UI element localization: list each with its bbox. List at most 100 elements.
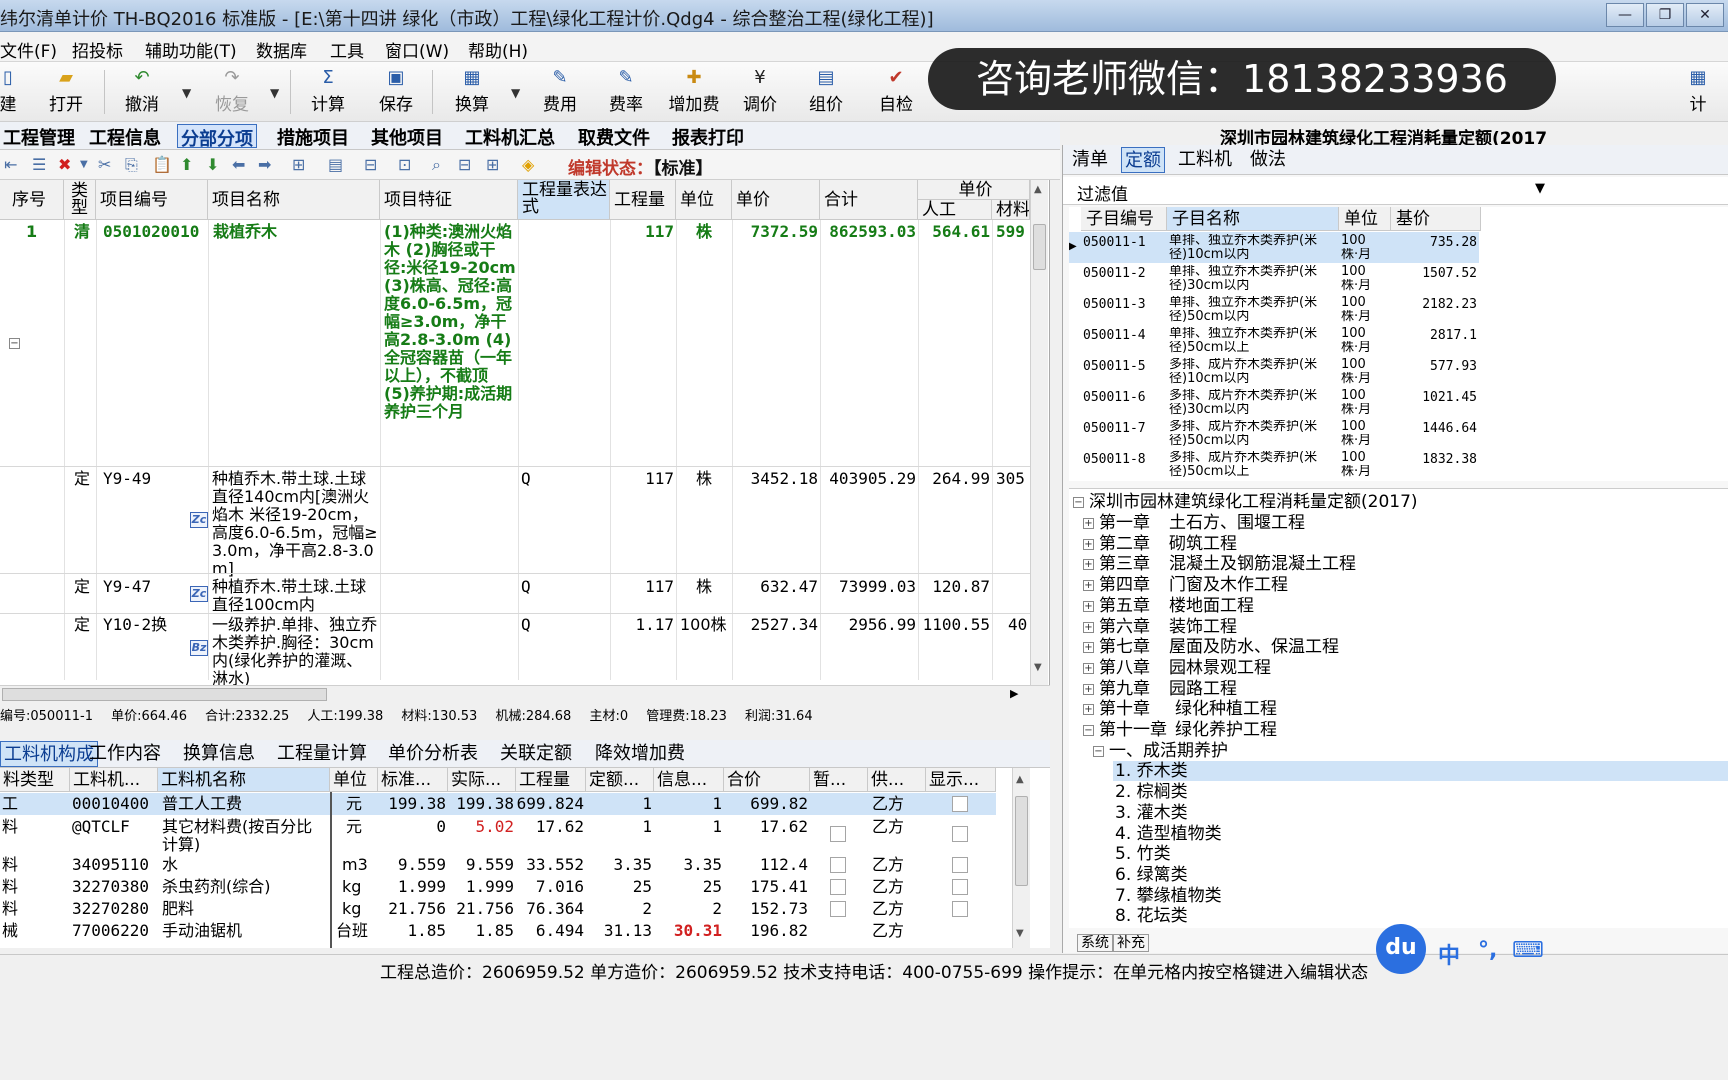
- color-fill-icon[interactable]: ◈: [522, 155, 534, 174]
- tab-resources[interactable]: 工料机: [1175, 147, 1235, 173]
- calc-button[interactable]: Σ 计算: [298, 66, 358, 118]
- temp-checkbox[interactable]: [830, 826, 846, 842]
- collapse-icon[interactable]: −: [9, 338, 20, 349]
- arrow-left-icon[interactable]: ⬅: [232, 155, 245, 174]
- grid-horizontal-scrollbar[interactable]: ▶: [0, 685, 1050, 703]
- move-up-icon[interactable]: ⬆: [180, 155, 193, 174]
- tab-efficiency-fee[interactable]: 降效增加费: [592, 741, 688, 767]
- tab-method[interactable]: 做法: [1247, 147, 1289, 173]
- tree-leaf[interactable]: 5. 竹类: [1115, 844, 1171, 864]
- scroll-up-icon[interactable]: ▲: [1016, 774, 1024, 785]
- outdent-icon[interactable]: ☰: [32, 155, 46, 174]
- col-name[interactable]: 项目名称: [208, 180, 380, 220]
- col-feature[interactable]: 项目特征: [380, 180, 518, 220]
- tab-system[interactable]: 系统: [1077, 934, 1113, 952]
- tree-expand-icon[interactable]: +: [1083, 662, 1094, 674]
- col-seq[interactable]: 序号: [0, 180, 64, 220]
- tab-project-info[interactable]: 工程信息: [86, 124, 164, 149]
- tab-report-print[interactable]: 报表打印: [669, 124, 747, 149]
- rate-button[interactable]: ✎ 费率: [596, 66, 656, 118]
- tab-work-content[interactable]: 工作内容: [86, 741, 164, 767]
- col-expr[interactable]: 工程量表达式: [518, 180, 610, 220]
- undo-dropdown-icon[interactable]: ▼: [182, 86, 191, 100]
- filter-row[interactable]: 过滤值 ▼: [1063, 177, 1728, 205]
- show-checkbox[interactable]: [952, 879, 968, 895]
- col-total[interactable]: 合计: [820, 180, 918, 220]
- tab-quantity-calc[interactable]: 工程量计算: [274, 741, 370, 767]
- arrow-right-icon[interactable]: ➡: [258, 155, 271, 174]
- menu-tools[interactable]: 工具: [330, 37, 364, 62]
- tab-unit-price-analysis[interactable]: 单价分析表: [385, 741, 481, 767]
- convert-dropdown-icon[interactable]: ▼: [511, 86, 520, 100]
- tree-leaf[interactable]: 6. 绿篱类: [1115, 865, 1188, 885]
- copy-icon[interactable]: ⎘: [125, 155, 138, 175]
- cut-icon[interactable]: ✂: [98, 155, 111, 174]
- temp-checkbox[interactable]: [830, 857, 846, 873]
- scroll-up-icon[interactable]: ▲: [1034, 184, 1042, 195]
- tab-subitems[interactable]: 分部分项: [177, 124, 257, 150]
- find-icon[interactable]: ⌕: [432, 155, 441, 175]
- new-button[interactable]: ▯ 建: [0, 66, 38, 118]
- tree-section[interactable]: 一、成活期养护: [1109, 741, 1228, 761]
- show-checkbox[interactable]: [952, 826, 968, 842]
- punctuation-icon[interactable]: °,: [1478, 938, 1497, 963]
- tree-expand-icon[interactable]: +: [1083, 621, 1094, 633]
- menu-database[interactable]: 数据库: [256, 37, 307, 62]
- redo-dropdown-icon[interactable]: ▼: [270, 86, 279, 100]
- self-check-button[interactable]: ✔ 自检: [866, 66, 926, 118]
- maximize-button[interactable]: ❐: [1646, 3, 1684, 27]
- show-checkbox[interactable]: [952, 796, 968, 812]
- tree-expand-icon[interactable]: +: [1083, 580, 1094, 592]
- filter-dropdown-icon[interactable]: ▼: [1535, 181, 1545, 196]
- tree-expand-icon[interactable]: +: [1083, 600, 1094, 612]
- tree-leaf[interactable]: 2. 棕榈类: [1115, 782, 1188, 802]
- convert-button[interactable]: ▦ 换算: [442, 66, 502, 118]
- delete-dropdown-icon[interactable]: ▼: [80, 159, 88, 170]
- undo-button[interactable]: ↶ 撤消: [112, 66, 172, 118]
- tab-bill[interactable]: 清单: [1069, 147, 1111, 173]
- tree-collapse-icon[interactable]: −: [1073, 497, 1084, 508]
- tab-project-manage[interactable]: 工程管理: [0, 124, 78, 149]
- filter-rows-icon[interactable]: ⊟: [458, 155, 471, 174]
- fee-button[interactable]: ✎ 费用: [530, 66, 590, 118]
- delete-icon[interactable]: ✖: [58, 155, 71, 174]
- tree-expand-icon[interactable]: +: [1083, 559, 1094, 571]
- indent-icon[interactable]: ⇤: [4, 155, 17, 174]
- tree-expand-icon[interactable]: −: [1083, 725, 1094, 736]
- tree-leaf[interactable]: 1. 乔木类: [1115, 761, 1188, 781]
- minimize-button[interactable]: —: [1606, 3, 1644, 27]
- tab-quota[interactable]: 定额: [1121, 147, 1165, 173]
- col-price[interactable]: 单价: [732, 180, 820, 220]
- bookmark-icon[interactable]: ⊡: [398, 155, 411, 174]
- tree-expand-icon[interactable]: +: [1083, 704, 1094, 716]
- tree-leaf[interactable]: 7. 攀缘植物类: [1115, 886, 1222, 906]
- tree-expand-icon[interactable]: +: [1083, 683, 1094, 695]
- redo-button[interactable]: ↷ 恢复: [202, 66, 262, 118]
- tree-leaf[interactable]: 3. 灌木类: [1115, 803, 1188, 823]
- tab-conversion-info[interactable]: 换算信息: [180, 741, 258, 767]
- temp-checkbox[interactable]: [830, 879, 846, 895]
- col-material[interactable]: 材料: [992, 200, 1030, 220]
- addfee-button[interactable]: ✚ 增加费: [664, 66, 724, 118]
- paste-icon[interactable]: 📋: [152, 155, 172, 174]
- menu-aux[interactable]: 辅助功能(T): [145, 37, 237, 62]
- tree-leaf[interactable]: 8. 花坛类: [1115, 906, 1188, 926]
- tree-expand-icon[interactable]: +: [1083, 518, 1094, 529]
- col-unit[interactable]: 单位: [676, 180, 732, 220]
- scroll-down-icon[interactable]: ▼: [1016, 928, 1024, 939]
- tab-supplement[interactable]: 补充: [1113, 934, 1149, 952]
- insert-icon[interactable]: ⊞: [292, 155, 305, 174]
- close-button[interactable]: ✕: [1686, 3, 1724, 27]
- menu-bidding[interactable]: 招投标: [72, 37, 123, 62]
- col-qty[interactable]: 工程量: [610, 180, 676, 220]
- tree-root[interactable]: 深圳市园林建筑绿化工程消耗量定额(2017): [1089, 492, 1418, 512]
- temp-checkbox[interactable]: [830, 901, 846, 917]
- tab-other-items[interactable]: 其他项目: [368, 124, 446, 149]
- scroll-right-icon[interactable]: ▶: [1010, 687, 1018, 700]
- scroll-down-icon[interactable]: ▼: [1034, 662, 1042, 673]
- menu-file[interactable]: 文件(F): [0, 37, 57, 62]
- open-button[interactable]: ▰ 打开: [36, 66, 96, 118]
- tab-fee-files[interactable]: 取费文件: [575, 124, 653, 149]
- hscroll-thumb[interactable]: [2, 688, 327, 701]
- col-code[interactable]: 项目编号: [96, 180, 208, 220]
